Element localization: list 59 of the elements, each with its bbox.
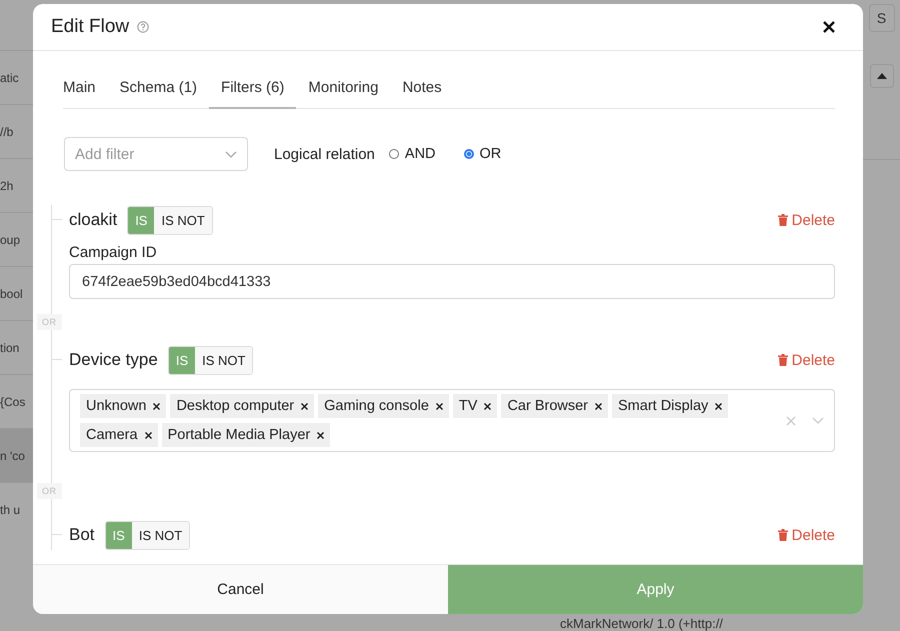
background-text: th u: [0, 502, 20, 516]
delete-button[interactable]: Delete: [778, 526, 835, 544]
delete-button[interactable]: Delete: [778, 212, 835, 228]
background-text: oup: [0, 232, 20, 246]
mode-toggle[interactable]: IS NOT: [132, 522, 190, 548]
filter-name: cloakit: [69, 210, 118, 230]
remove-icon[interactable]: [301, 402, 308, 410]
multi-select-field[interactable]: Unknown Desktop computer Gaming console TV Car Browser Smart Display Camera Portable Media Player: [69, 389, 835, 452]
background-text: 2h: [0, 178, 14, 192]
remove-icon[interactable]: [595, 402, 602, 410]
help-icon[interactable]: [137, 21, 150, 33]
mode-toggle[interactable]: IS NOT: [195, 346, 252, 374]
background-button[interactable]: S: [868, 4, 894, 32]
background-text: n 'co: [0, 448, 25, 462]
filter-name: Bot: [69, 525, 95, 545]
campaign-id-field[interactable]: 674f2eae59b3ed04bcd41333: [69, 264, 835, 299]
tag: Portable Media Player: [162, 423, 330, 447]
tag: Camera: [80, 423, 158, 447]
tag: Desktop computer: [170, 394, 314, 418]
remove-icon[interactable]: [317, 432, 324, 438]
remove-icon[interactable]: [144, 432, 152, 438]
field-label: Campaign ID: [69, 244, 158, 261]
scroll-up-button[interactable]: [870, 64, 894, 88]
background-text: bool: [0, 286, 23, 300]
remove-icon[interactable]: [436, 402, 443, 410]
tag: Smart Display: [612, 394, 728, 418]
background-text: {Cos: [0, 394, 26, 408]
close-icon[interactable]: [823, 21, 835, 33]
delete-button[interactable]: Delete: [778, 352, 835, 368]
cancel-button[interactable]: Cancel: [33, 565, 448, 614]
tag: Unknown: [80, 394, 166, 418]
mode-toggle[interactable]: IS NOT: [154, 206, 212, 234]
tag: TV: [452, 394, 498, 418]
trash-icon: [778, 354, 788, 366]
chevron-down-icon: [225, 150, 237, 158]
tab[interactable]: Schema (1): [108, 69, 210, 109]
background-text: tion: [0, 340, 20, 354]
tab[interactable]: Notes: [390, 69, 454, 109]
trash-icon: [778, 529, 788, 541]
tag: Car Browser: [501, 394, 608, 418]
trash-icon: [778, 214, 788, 226]
remove-icon[interactable]: [153, 402, 160, 410]
radio-option[interactable]: OR: [464, 146, 502, 162]
tab[interactable]: Main: [63, 69, 108, 109]
connector-badge: OR: [37, 314, 62, 330]
background-text: //b: [0, 124, 14, 138]
tag: Gaming console: [318, 394, 449, 418]
connector-badge: OR: [37, 483, 62, 499]
logical-relation-label: Logical relation: [274, 146, 375, 162]
remove-icon[interactable]: [715, 402, 722, 410]
tab[interactable]: Filters (6): [209, 69, 296, 109]
filter-name: Device type: [69, 350, 158, 370]
background-text: ckMarkNetwork/ 1.0 (+http://: [560, 616, 723, 631]
background-text: atic: [0, 70, 19, 84]
caret-up-icon: [876, 73, 886, 79]
radio-option[interactable]: AND: [388, 146, 436, 162]
dialog-title: Edit Flow: [51, 16, 130, 38]
remove-icon[interactable]: [484, 402, 492, 410]
tab[interactable]: Monitoring: [296, 69, 390, 109]
